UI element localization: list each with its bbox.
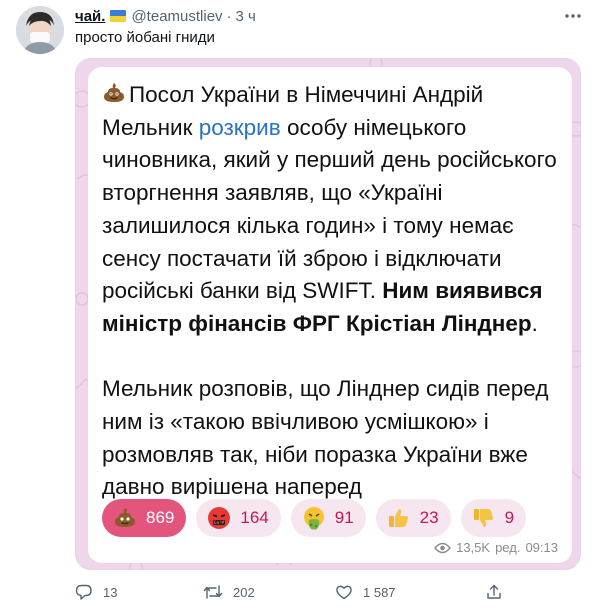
post-time: 09:13 bbox=[525, 540, 558, 555]
reaction-cursing-face[interactable]: &$!# 164 bbox=[196, 499, 281, 537]
vomiting-face-emoji bbox=[301, 505, 327, 531]
tweet-header: чай. @teamustliev · 3 ч bbox=[75, 6, 256, 26]
retweet-icon bbox=[203, 585, 223, 599]
separator-dot: · bbox=[226, 7, 232, 25]
reaction-count: 23 bbox=[419, 508, 439, 527]
message-meta: 13,5K ред. 09:13 bbox=[434, 540, 558, 555]
tweet-time[interactable]: 3 ч bbox=[236, 8, 256, 25]
reaction-count: 869 bbox=[146, 508, 175, 527]
reply-button[interactable]: 13 bbox=[75, 580, 117, 604]
reaction-count: 91 bbox=[334, 508, 354, 527]
tweet-media-image[interactable]: Посол України в Німеччині Андрій Мельник… bbox=[75, 58, 581, 570]
reaction-vomiting-face[interactable]: 91 bbox=[290, 499, 366, 537]
reaction-thumbs-up[interactable]: 23 bbox=[375, 499, 451, 537]
author-handle[interactable]: @teamustliev bbox=[131, 8, 222, 25]
ukraine-flag-icon bbox=[110, 10, 127, 22]
cursing-face-emoji: &$!# bbox=[206, 505, 232, 531]
share-icon bbox=[487, 584, 501, 599]
tweet[interactable]: чай. @teamustliev · 3 ч просто йобані гн… bbox=[0, 0, 595, 612]
thumbs-up-emoji bbox=[386, 505, 412, 531]
message-bubble: Посол України в Німеччині Андрій Мельник… bbox=[88, 67, 572, 563]
message-paragraph-2: Мельник розповів, що Лінднер сидів перед… bbox=[102, 376, 549, 500]
message-link[interactable]: розкрив bbox=[199, 115, 281, 140]
avatar[interactable] bbox=[16, 6, 64, 54]
message-text-part-2: особу німецького чиновника, який у перши… bbox=[102, 114, 557, 304]
view-count: 13,5K bbox=[456, 540, 491, 555]
thumbs-down-emoji bbox=[471, 505, 497, 531]
svg-text:&$!#: &$!# bbox=[214, 520, 226, 525]
tweet-text: просто йобані гниди bbox=[75, 29, 215, 46]
like-count: 1 587 bbox=[363, 584, 396, 600]
edited-label: ред. bbox=[495, 540, 521, 555]
reaction-thumbs-down[interactable]: 9 bbox=[460, 499, 527, 537]
reaction-pile-of-poo[interactable]: 869 bbox=[102, 499, 187, 537]
tweet-actions: 13 202 1 587 bbox=[75, 580, 581, 604]
reaction-count: 9 bbox=[504, 508, 515, 527]
pile-of-poo-emoji bbox=[112, 505, 138, 531]
share-button[interactable] bbox=[485, 580, 503, 604]
reply-icon bbox=[75, 584, 92, 600]
retweet-count: 202 bbox=[233, 584, 255, 600]
pile-of-poo-emoji bbox=[102, 81, 126, 105]
reaction-count: 164 bbox=[240, 508, 269, 527]
retweet-button[interactable]: 202 bbox=[203, 580, 255, 604]
more-options-icon[interactable] bbox=[563, 6, 583, 26]
like-button[interactable]: 1 587 bbox=[335, 580, 396, 604]
eye-icon bbox=[434, 542, 452, 553]
reactions-bar: 869 &$!# 164 91 23 9 bbox=[102, 499, 527, 537]
heart-icon bbox=[336, 585, 352, 600]
author-name[interactable]: чай. bbox=[75, 8, 105, 25]
reply-count: 13 bbox=[103, 584, 118, 600]
message-text-end: . bbox=[531, 310, 538, 336]
message-text: Посол України в Німеччині Андрій Мельник… bbox=[102, 79, 564, 504]
